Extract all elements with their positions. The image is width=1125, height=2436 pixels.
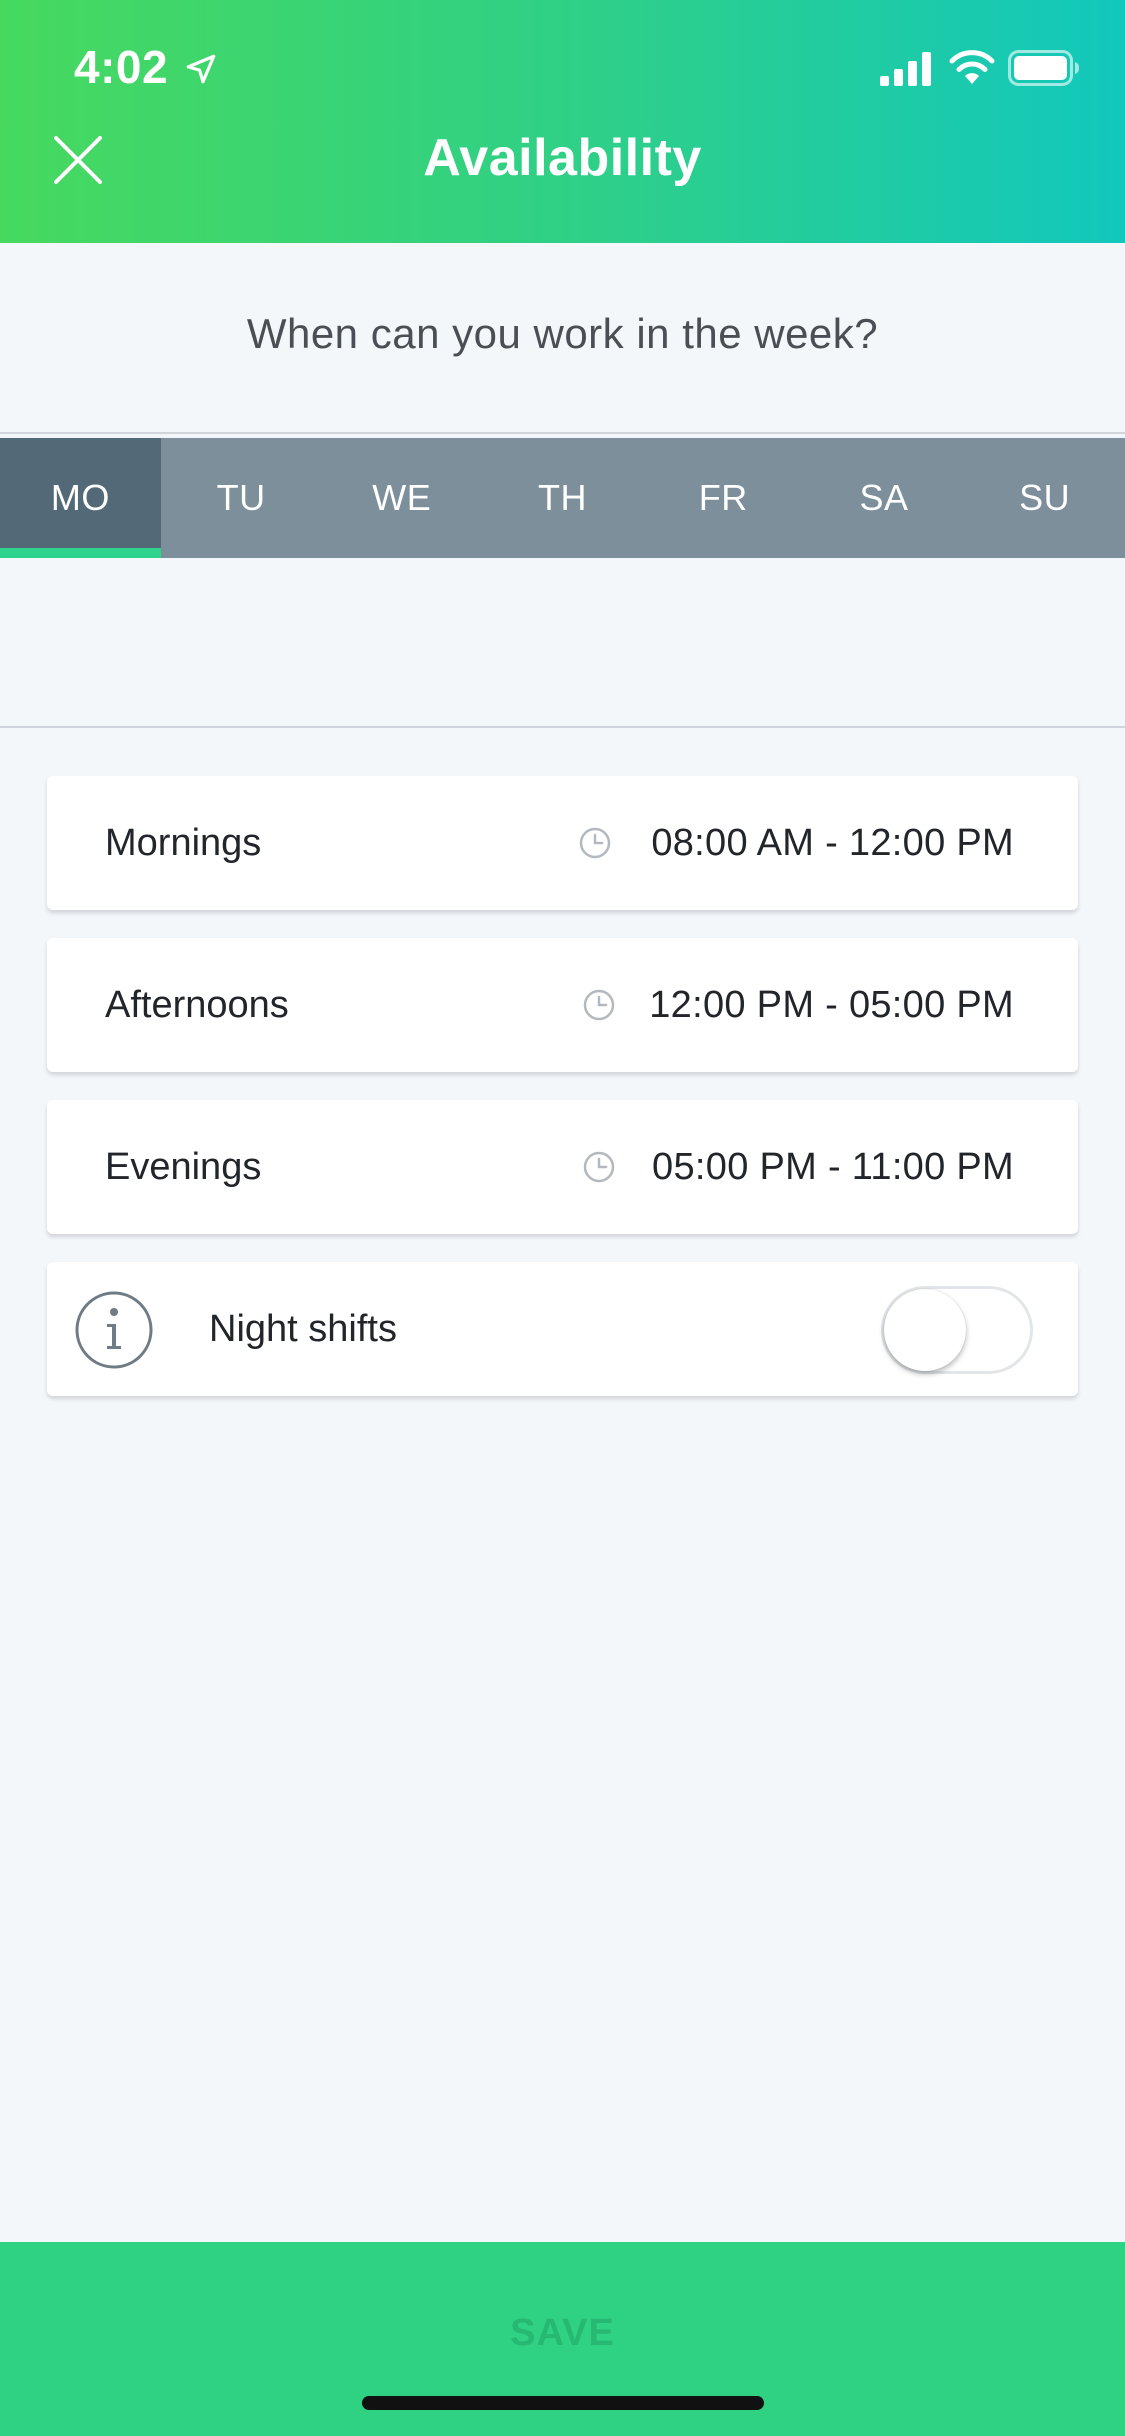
active-tab-indicator bbox=[0, 548, 161, 558]
tab-label: TU bbox=[216, 477, 266, 518]
tab-label: SU bbox=[1019, 477, 1071, 518]
night-shifts-toggle[interactable] bbox=[881, 1286, 1033, 1374]
shift-time-range: 12:00 PM - 05:00 PM bbox=[649, 984, 1014, 1026]
tab-label: MO bbox=[50, 477, 110, 518]
tab-friday[interactable]: FR bbox=[643, 438, 804, 558]
wifi-icon bbox=[949, 50, 995, 84]
clock-icon bbox=[583, 989, 615, 1021]
night-shifts-card: Night shifts bbox=[47, 1262, 1078, 1396]
tab-wednesday[interactable]: WE bbox=[321, 438, 482, 558]
location-arrow-icon bbox=[186, 54, 216, 84]
status-bar: 4:02 bbox=[0, 0, 1125, 132]
divider bbox=[0, 432, 1125, 434]
shift-card-evenings[interactable]: Evenings 05:00 PM - 11:00 PM bbox=[47, 1100, 1078, 1234]
availability-question: When can you work in the week? bbox=[246, 310, 879, 357]
cellular-signal-icon bbox=[880, 52, 931, 86]
tab-label: WE bbox=[372, 477, 432, 518]
tab-monday[interactable]: MO bbox=[0, 438, 161, 558]
tab-label: SA bbox=[859, 477, 909, 518]
night-shifts-label: Night shifts bbox=[209, 1308, 397, 1350]
battery-icon bbox=[1008, 50, 1079, 86]
tab-label: TH bbox=[538, 477, 588, 518]
tab-thursday[interactable]: TH bbox=[482, 438, 643, 558]
tab-label: FR bbox=[698, 477, 748, 518]
tab-saturday[interactable]: SA bbox=[804, 438, 965, 558]
tab-tuesday[interactable]: TU bbox=[161, 438, 322, 558]
save-button-label: SAVE bbox=[510, 2312, 615, 2354]
toggle-knob bbox=[884, 1289, 966, 1371]
day-tabs: MO TU WE TH FR SA SU bbox=[0, 438, 1125, 558]
shift-label: Mornings bbox=[105, 822, 262, 864]
info-icon[interactable] bbox=[74, 1290, 154, 1370]
shift-label: Afternoons bbox=[105, 984, 289, 1026]
tab-sunday[interactable]: SU bbox=[964, 438, 1125, 558]
shift-card-afternoons[interactable]: Afternoons 12:00 PM - 05:00 PM bbox=[47, 938, 1078, 1072]
clock-icon bbox=[579, 827, 611, 859]
page-title: Availability bbox=[423, 129, 702, 187]
shift-time-range: 08:00 AM - 12:00 PM bbox=[651, 822, 1014, 864]
shift-label: Evenings bbox=[105, 1146, 262, 1188]
divider bbox=[0, 726, 1125, 728]
shift-time-range: 05:00 PM - 11:00 PM bbox=[652, 1146, 1014, 1188]
home-indicator bbox=[362, 2396, 764, 2410]
header: 4:02 Availability bbox=[0, 0, 1125, 243]
status-time: 4:02 bbox=[74, 41, 169, 93]
clock-icon bbox=[583, 1151, 615, 1183]
shift-card-mornings[interactable]: Mornings 08:00 AM - 12:00 PM bbox=[47, 776, 1078, 910]
